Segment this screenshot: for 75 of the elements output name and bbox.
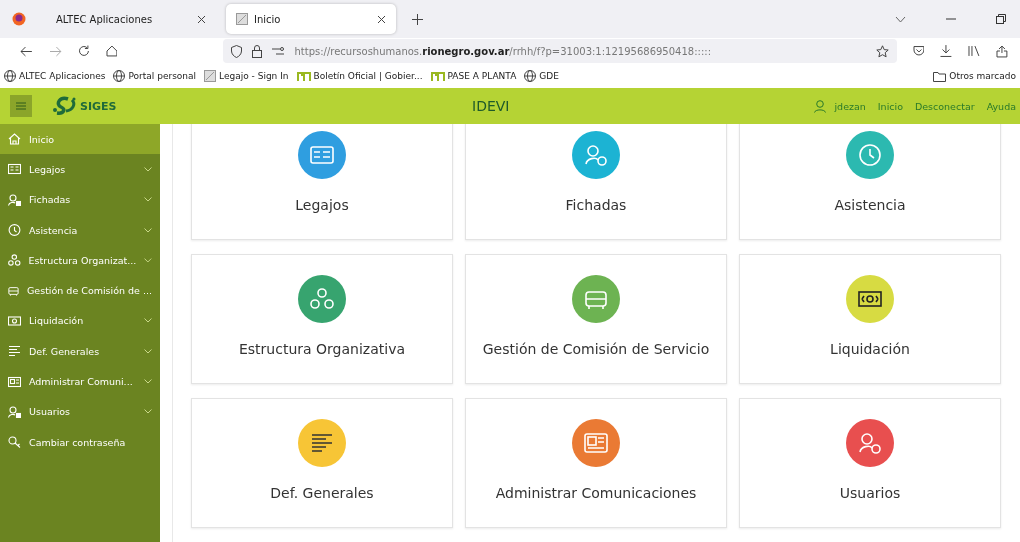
module-card[interactable]: Estructura Organizativa <box>191 254 453 384</box>
module-label: Fichadas <box>565 197 627 213</box>
sidebar-item[interactable]: Fichadas <box>0 184 160 215</box>
browser-tab[interactable]: ALTEC Aplicaciones <box>46 4 216 34</box>
back-icon[interactable] <box>20 45 33 57</box>
bookmark[interactable]: ALTEC Aplicaciones <box>4 70 106 82</box>
module-card[interactable]: Def. Generales <box>191 398 453 528</box>
close-icon[interactable] <box>377 14 386 24</box>
reload-icon[interactable] <box>77 45 90 57</box>
module-card[interactable]: Administrar Comunicaciones <box>465 398 727 528</box>
logo-text: SIGES <box>80 99 117 113</box>
page-icon <box>204 70 217 82</box>
page-icon <box>236 13 248 25</box>
address-bar[interactable]: https://recursoshumanos.rionegro.gov.ar/rrhh/f?p=31003:1:12195686950418::::: <box>223 39 897 63</box>
module-card[interactable]: Gestión de Comisión de Servicio <box>465 254 727 384</box>
app-title: IDEVI <box>472 98 510 114</box>
bookmark[interactable]: Legajo - Sign In <box>204 70 289 82</box>
lock-icon <box>252 44 263 58</box>
chevron-down-icon[interactable] <box>895 15 906 23</box>
shield-icon <box>231 44 243 58</box>
plus-icon[interactable] <box>412 13 423 25</box>
folder-icon <box>933 70 947 82</box>
library-icon[interactable] <box>968 45 981 57</box>
home-icon[interactable] <box>105 45 118 57</box>
bookmark[interactable]: Portal personal <box>113 70 197 82</box>
bookmark-folder[interactable]: Otros marcado <box>933 70 1016 82</box>
star-icon[interactable] <box>875 44 889 58</box>
bookmark[interactable]: PASE A PLANTA <box>430 71 517 81</box>
download-icon[interactable] <box>940 45 953 57</box>
globe-icon <box>4 70 16 82</box>
clock-icon <box>8 224 21 237</box>
network-icon <box>8 254 21 267</box>
newspaper-icon <box>8 375 21 388</box>
globe-icon <box>113 70 126 82</box>
user-icon <box>814 99 827 113</box>
sidebar-item[interactable]: Def. Generales <box>0 336 160 367</box>
rn-logo-icon <box>296 71 311 81</box>
rn-logo-icon <box>430 71 445 81</box>
sidebar-item[interactable]: Cambiar contraseña <box>0 426 160 458</box>
module-label: Usuarios <box>839 485 901 501</box>
lines-icon <box>8 345 21 358</box>
module-label: Legajos <box>295 197 349 213</box>
module-label: Administrar Comunicaciones <box>495 485 697 501</box>
module-label: Asistencia <box>834 197 906 213</box>
url-text: https://recursoshumanos.rionegro.gov.ar/rrhh/f?p=31003:1:12195686950418::::: <box>294 45 711 57</box>
module-label: Gestión de Comisión de Servicio <box>482 341 710 357</box>
pocket-icon[interactable] <box>912 45 925 57</box>
money-icon <box>8 314 21 327</box>
bookmark[interactable]: Boletín Oficial | Gobier... <box>296 71 423 81</box>
close-icon[interactable] <box>197 14 206 24</box>
module-label: Liquidación <box>830 341 910 357</box>
sidebar-item[interactable]: Administrar Comuni... <box>0 366 160 397</box>
sidebar-item[interactable]: Estructura Organizat... <box>0 245 160 276</box>
sidebar-item[interactable]: Liquidación <box>0 305 160 337</box>
module-label: Estructura Organizativa <box>239 341 405 357</box>
sidebar-item[interactable]: Legajos <box>0 154 160 185</box>
menu-icon <box>16 102 26 110</box>
bookmark[interactable]: GDE <box>524 70 559 82</box>
module-card[interactable]: Fichadas <box>465 124 727 240</box>
sidebar-item[interactable]: Usuarios <box>0 396 160 427</box>
permissions-icon <box>272 46 285 56</box>
globe-icon <box>524 70 537 82</box>
id-card-icon <box>8 163 21 176</box>
module-card[interactable]: Liquidación <box>739 254 1001 384</box>
module-card[interactable]: Usuarios <box>739 398 1001 528</box>
share-icon[interactable] <box>996 44 1008 58</box>
browser-tab[interactable]: Inicio <box>226 4 396 34</box>
module-card[interactable]: Legajos <box>191 124 453 240</box>
logo-icon <box>52 96 78 116</box>
sidebar-item[interactable]: Gestión de Comisión de ... <box>0 275 160 306</box>
module-card[interactable]: Asistencia <box>739 124 1001 240</box>
restore-icon[interactable] <box>996 14 1006 24</box>
module-label: Def. Generales <box>270 485 374 501</box>
home-icon <box>8 133 21 146</box>
sidebar-item[interactable]: Asistencia <box>0 214 160 246</box>
